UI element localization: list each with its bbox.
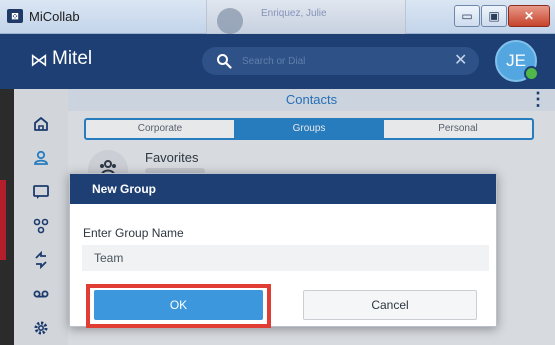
group-name-input[interactable] [82, 245, 489, 271]
mitel-logo-icon: ⋈ [30, 50, 48, 70]
window-left-accent [0, 180, 6, 260]
ok-button[interactable]: OK [94, 290, 263, 320]
minimize-button[interactable]: ▭ [454, 5, 480, 27]
brand-name: Mitel [52, 48, 93, 69]
window-titlebar: ⊠ MiCollab Enriquez, Julie ▭ ▣ ✕ [0, 0, 555, 34]
close-window-button[interactable]: ✕ [508, 5, 550, 27]
background-window-title: Enriquez, Julie [261, 8, 327, 19]
micollab-app-icon: ⊠ [7, 9, 23, 23]
cancel-button[interactable]: Cancel [303, 290, 477, 320]
maximize-button[interactable]: ▣ [481, 5, 507, 27]
new-group-dialog: New Group Enter Group Name OK Cancel [69, 173, 497, 328]
background-window-tab[interactable]: Enriquez, Julie [206, 0, 406, 34]
dialog-header: New Group [70, 174, 496, 204]
search-icon [217, 54, 232, 69]
group-name-label: Enter Group Name [83, 226, 184, 240]
window-title: MiCollab [29, 9, 80, 24]
dialog-title: New Group [92, 182, 157, 196]
presence-status-icon [524, 66, 539, 81]
search-input[interactable] [242, 52, 437, 70]
search-bar[interactable]: ✕ [202, 47, 479, 75]
app-header: ⋈ Mitel ✕ JE [0, 34, 555, 89]
background-window-avatar [217, 8, 243, 34]
clear-search-icon[interactable]: ✕ [454, 52, 467, 70]
